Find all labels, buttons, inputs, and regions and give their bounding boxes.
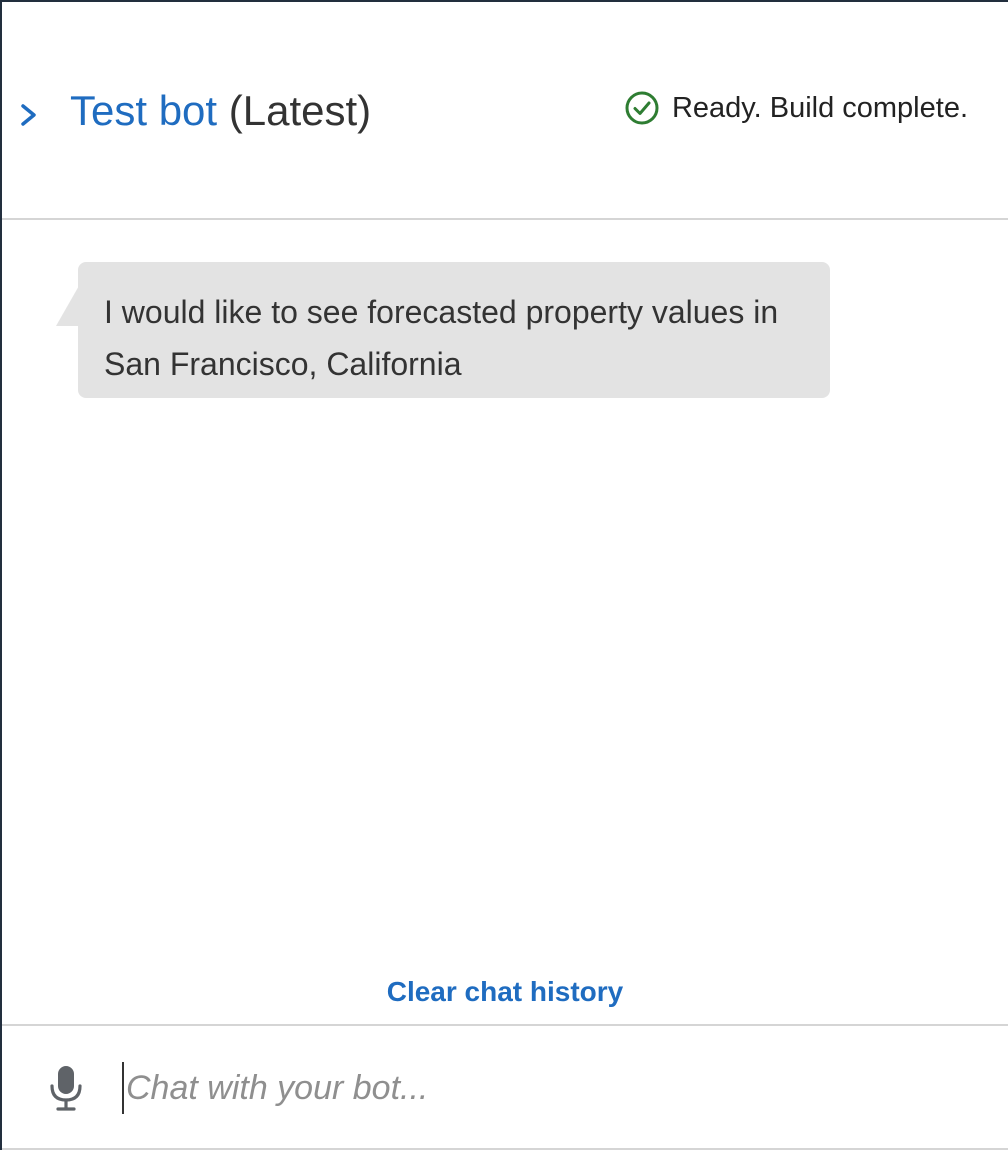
bot-name-link[interactable]: Test bot bbox=[70, 87, 217, 134]
test-bot-panel: Test bot (Latest) Ready. Build complete.… bbox=[0, 0, 1008, 1150]
check-circle-icon bbox=[625, 91, 659, 125]
user-message-bubble: I would like to see forecasted property … bbox=[78, 262, 830, 398]
message-bubble-tail bbox=[56, 284, 80, 326]
panel-header: Test bot (Latest) Ready. Build complete. bbox=[2, 2, 1008, 220]
clear-chat-history-link[interactable]: Clear chat history bbox=[2, 976, 1008, 1008]
microphone-icon[interactable] bbox=[46, 1064, 86, 1112]
version-label: (Latest) bbox=[228, 87, 372, 134]
build-status: Ready. Build complete. bbox=[624, 88, 968, 128]
chat-input-bar bbox=[2, 1024, 1008, 1150]
chat-input[interactable] bbox=[122, 1062, 988, 1114]
chevron-right-icon[interactable] bbox=[18, 98, 40, 132]
chat-history[interactable]: I would like to see forecasted property … bbox=[2, 222, 1008, 1022]
status-text: Ready. Build complete. bbox=[671, 91, 968, 124]
message-text: I would like to see forecasted property … bbox=[104, 294, 779, 382]
panel-title: Test bot (Latest) bbox=[70, 86, 371, 136]
